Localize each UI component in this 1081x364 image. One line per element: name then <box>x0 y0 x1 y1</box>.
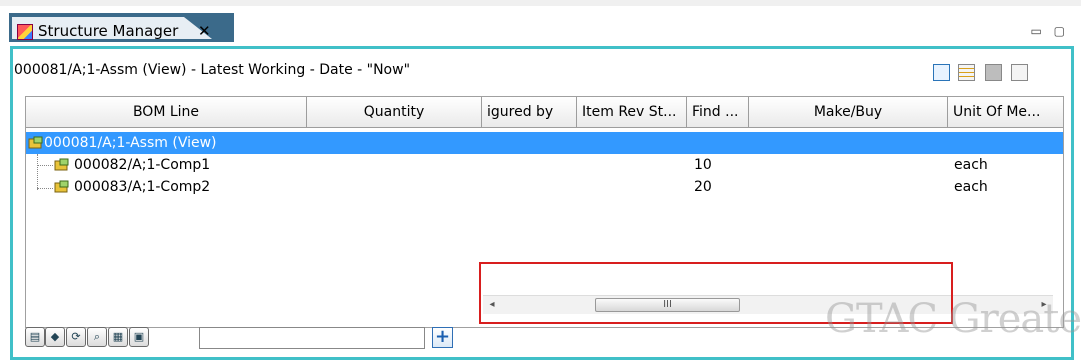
bom-table: BOM Line Quantity igured by Item Rev St.… <box>25 96 1064 328</box>
scroll-left-arrow[interactable]: ◂ <box>483 296 501 314</box>
assembly-tool-icon: ▣ <box>133 330 145 343</box>
unit-value: each <box>954 157 988 173</box>
add-button[interactable]: + <box>432 327 453 348</box>
structure-button[interactable]: ▦ <box>108 327 128 347</box>
tab-title: Structure Manager <box>38 22 179 40</box>
top-strip <box>0 0 1081 6</box>
tree-connector <box>37 188 53 189</box>
table-row[interactable]: 000083/A;1-Comp2 20 each <box>26 176 1063 198</box>
bom-line-label: 000082/A;1-Comp1 <box>74 157 211 173</box>
watermark: GTAC Greater <box>825 296 1081 342</box>
table-header: BOM Line Quantity igured by Item Rev St.… <box>26 97 1063 128</box>
assembly-button[interactable]: ▣ <box>129 327 149 347</box>
table-row[interactable]: 000081/A;1-Assm (View) <box>26 132 1063 154</box>
save-icon[interactable] <box>985 64 1002 81</box>
col-quantity[interactable]: Quantity <box>307 97 482 127</box>
structure-manager-icon <box>17 24 33 40</box>
refresh-button[interactable]: ⟳ <box>66 327 86 347</box>
find-input[interactable] <box>199 327 425 349</box>
table-icon[interactable] <box>958 64 975 81</box>
tree-connector <box>37 165 53 166</box>
refresh-icon: ⟳ <box>71 330 81 343</box>
col-unit-of-measure[interactable]: Unit Of Me... <box>948 97 1063 127</box>
diamond-icon: ◆ <box>50 330 60 343</box>
tree-connector <box>37 154 38 190</box>
unit-value: each <box>954 179 988 195</box>
find-no-value: 10 <box>694 157 712 173</box>
bom-line-label: 000083/A;1-Comp2 <box>74 179 211 195</box>
search-icon: ⌕ <box>93 330 101 343</box>
col-make-buy[interactable]: Make/Buy <box>749 97 948 127</box>
col-configured-by[interactable]: igured by <box>482 97 577 127</box>
col-bom-line[interactable]: BOM Line <box>26 97 307 127</box>
col-item-rev-status[interactable]: Item Rev St... <box>577 97 687 127</box>
new-window-icon[interactable] <box>933 64 950 81</box>
bom-line-label: 000081/A;1-Assm (View) <box>44 135 217 151</box>
collapse-icon[interactable] <box>1011 64 1028 81</box>
item-icon <box>54 158 69 171</box>
search-button[interactable]: ⌕ <box>87 327 107 347</box>
item-icon <box>54 180 69 193</box>
document-icon: ▤ <box>29 330 41 343</box>
context-title: 000081/A;1-Assm (View) - Latest Working … <box>14 62 411 78</box>
window-controls[interactable]: ▭ ▢ <box>1031 24 1070 38</box>
new-item-button[interactable]: ▤ <box>25 327 45 347</box>
assembly-icon <box>28 136 43 149</box>
structure-icon: ▦ <box>112 330 124 343</box>
find-no-value: 20 <box>694 179 712 195</box>
plus-icon: + <box>434 326 451 347</box>
expand-button[interactable]: ◆ <box>45 327 65 347</box>
col-find-no[interactable]: Find ... <box>687 97 749 127</box>
tab-close-button[interactable]: ✕ <box>198 22 211 40</box>
scroll-thumb[interactable]: III <box>595 298 740 312</box>
table-row[interactable]: 000082/A;1-Comp1 10 each <box>26 154 1063 176</box>
